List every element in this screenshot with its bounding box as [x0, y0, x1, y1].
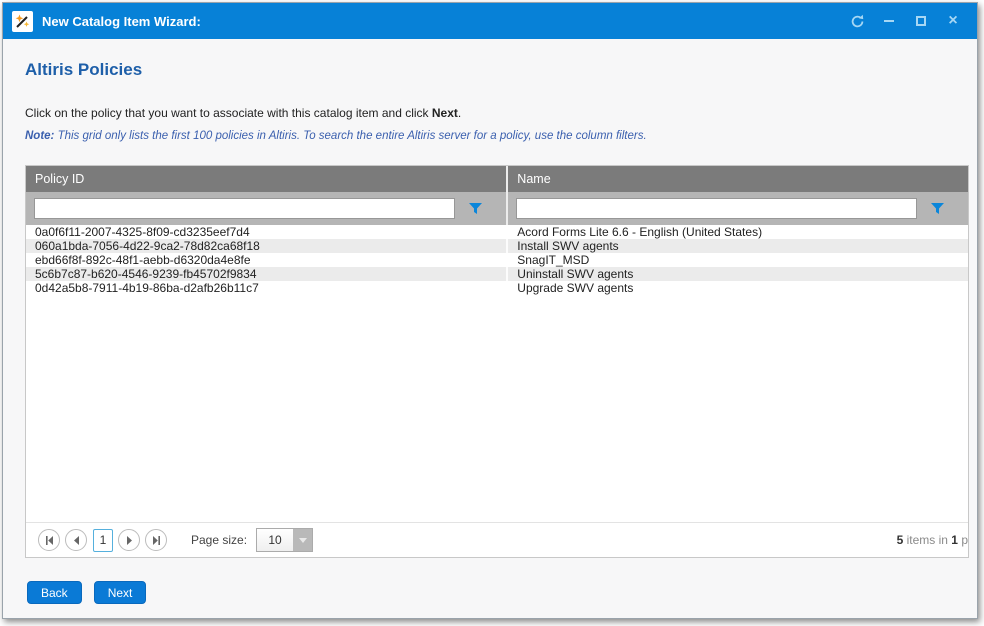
- maximize-icon[interactable]: [905, 8, 937, 34]
- page-size-value: 10: [257, 529, 293, 551]
- items-summary: 5 items in 1 p: [897, 533, 968, 547]
- page-size-label: Page size:: [191, 533, 247, 547]
- back-button[interactable]: Back: [27, 581, 82, 604]
- wizard-window: New Catalog Item Wizard: × Altiris Polic…: [2, 2, 978, 619]
- refresh-icon[interactable]: [841, 8, 873, 34]
- policy-name-cell: Acord Forms Lite 6.6 - English (United S…: [508, 225, 968, 239]
- window-controls: ×: [841, 8, 969, 34]
- table-row[interactable]: 5c6b7c87-b620-4546-9239-fb45702f9834 Uni…: [26, 267, 968, 281]
- wizard-footer: Back Next: [25, 581, 969, 604]
- next-page-button[interactable]: [118, 529, 140, 551]
- table-row[interactable]: ebd66f8f-892c-48f1-aebb-d6320da4e8fe Sna…: [26, 253, 968, 267]
- chevron-down-icon[interactable]: [293, 529, 312, 551]
- minimize-icon[interactable]: [873, 8, 905, 34]
- policy-name-cell: Uninstall SWV agents: [508, 267, 968, 281]
- filter-funnel-icon[interactable]: [469, 203, 482, 215]
- grid-pager: 1 Page size: 10 5 items in 1 p: [26, 522, 968, 557]
- policy-name-cell: Upgrade SWV agents: [508, 281, 968, 295]
- wizard-app-icon: [12, 11, 33, 32]
- note-text: Note: This grid only lists the first 100…: [25, 130, 969, 142]
- table-row[interactable]: 0a0f6f11-2007-4325-8f09-cd3235eef7d4 Aco…: [26, 225, 968, 239]
- policy-id-cell: 0a0f6f11-2007-4325-8f09-cd3235eef7d4: [26, 225, 508, 239]
- grid-empty-area: [26, 295, 968, 522]
- previous-page-button[interactable]: [65, 529, 87, 551]
- grid-body: 0a0f6f11-2007-4325-8f09-cd3235eef7d4 Aco…: [26, 225, 968, 295]
- policy-id-cell: ebd66f8f-892c-48f1-aebb-d6320da4e8fe: [26, 253, 508, 267]
- first-page-button[interactable]: [38, 529, 60, 551]
- policy-id-cell: 0d42a5b8-7911-4b19-86ba-d2afb26b11c7: [26, 281, 508, 295]
- filter-funnel-icon[interactable]: [931, 203, 944, 215]
- policy-id-cell: 060a1bda-7056-4d22-9ca2-78d82ca68f18: [26, 239, 508, 253]
- last-page-button[interactable]: [145, 529, 167, 551]
- table-row[interactable]: 0d42a5b8-7911-4b19-86ba-d2afb26b11c7 Upg…: [26, 281, 968, 295]
- page-title: Altiris Policies: [25, 60, 969, 80]
- window-title: New Catalog Item Wizard:: [42, 14, 201, 29]
- wizard-body: Altiris Policies Click on the policy tha…: [3, 39, 977, 618]
- grid-header: Policy ID Name: [26, 166, 968, 192]
- policies-grid: Policy ID Name 0a0f6f11-200: [25, 165, 969, 558]
- grid-filter-row: [26, 192, 968, 225]
- column-header-policy-id[interactable]: Policy ID: [26, 166, 508, 192]
- name-filter-input[interactable]: [516, 198, 917, 219]
- column-header-name[interactable]: Name: [508, 166, 968, 192]
- table-row[interactable]: 060a1bda-7056-4d22-9ca2-78d82ca68f18 Ins…: [26, 239, 968, 253]
- titlebar: New Catalog Item Wizard: ×: [3, 3, 977, 39]
- policy-id-cell: 5c6b7c87-b620-4546-9239-fb45702f9834: [26, 267, 508, 281]
- close-icon[interactable]: ×: [937, 8, 969, 34]
- policy-name-cell: Install SWV agents: [508, 239, 968, 253]
- instruction-text: Click on the policy that you want to ass…: [25, 106, 969, 120]
- next-button[interactable]: Next: [94, 581, 147, 604]
- policy-id-filter-input[interactable]: [34, 198, 455, 219]
- current-page-button[interactable]: 1: [93, 529, 113, 552]
- policy-name-cell: SnagIT_MSD: [508, 253, 968, 267]
- page-size-dropdown[interactable]: 10: [256, 528, 313, 552]
